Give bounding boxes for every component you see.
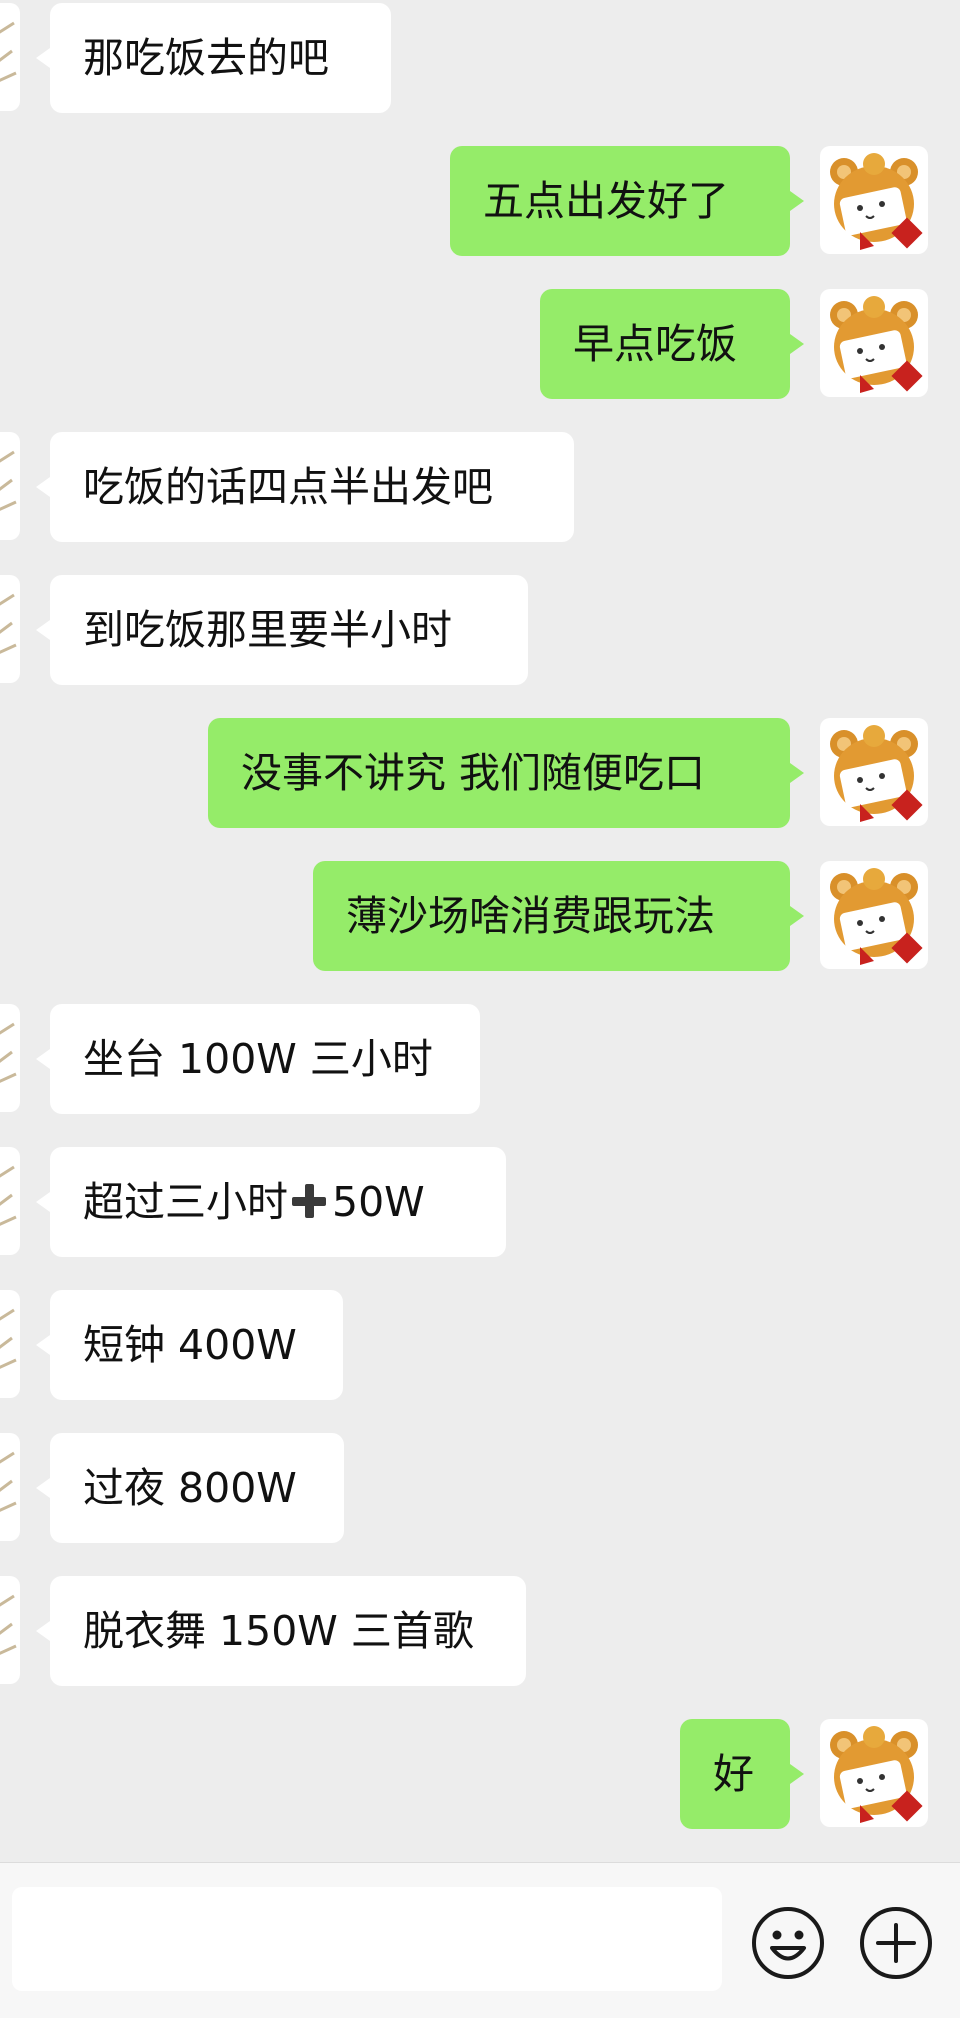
message-text: 脱衣舞 150W 三首歌: [83, 1607, 474, 1655]
message-bubble[interactable]: 五点出发好了: [450, 146, 804, 256]
message-bubble[interactable]: 短钟 400W: [36, 1290, 343, 1400]
contact-avatar[interactable]: [0, 1147, 20, 1255]
contact-avatar[interactable]: [0, 432, 20, 540]
message-text: 坐台 100W 三小时: [83, 1035, 433, 1083]
bubble-tail: [36, 1478, 50, 1498]
message-row-incoming: 脱衣舞 150W 三首歌: [0, 1576, 960, 1686]
user-avatar-bear-icon[interactable]: [820, 1719, 928, 1827]
contact-avatar[interactable]: [0, 575, 20, 683]
message-bubble[interactable]: 那吃饭去的吧: [36, 3, 391, 113]
message-bubble[interactable]: 超过三小时 50W: [36, 1147, 506, 1257]
message-text-before: 超过三小时: [83, 1178, 288, 1226]
message-bubble[interactable]: 好: [680, 1719, 804, 1829]
bubble-tail: [790, 334, 804, 354]
bubble-tail: [36, 1621, 50, 1641]
message-row-incoming: 吃饭的话四点半出发吧: [0, 432, 960, 542]
chat-message-list[interactable]: 那吃饭去的吧 五点出发好了 早点吃饭 吃饭的话四点半出发吧 到吃饭那里要半小时 …: [0, 0, 960, 1862]
bubble-tail: [36, 477, 50, 497]
message-row-incoming: 短钟 400W: [0, 1290, 960, 1400]
bubble-tail: [36, 1335, 50, 1355]
contact-avatar[interactable]: [0, 1433, 20, 1541]
contact-avatar[interactable]: [0, 1290, 20, 1398]
bubble-tail: [36, 1192, 50, 1212]
message-text: 到吃饭那里要半小时: [83, 606, 452, 654]
message-bubble[interactable]: 过夜 800W: [36, 1433, 344, 1543]
message-text-after: 50W: [332, 1178, 425, 1226]
message-row-incoming: 那吃饭去的吧: [0, 3, 960, 113]
smiley-face-icon[interactable]: [750, 1905, 826, 1981]
message-bubble[interactable]: 薄沙场啥消费跟玩法: [313, 861, 804, 971]
user-avatar-bear-icon[interactable]: [820, 718, 928, 826]
message-row-outgoing: 薄沙场啥消费跟玩法: [0, 861, 960, 971]
message-bubble[interactable]: 脱衣舞 150W 三首歌: [36, 1576, 526, 1686]
circle-plus-icon[interactable]: [858, 1905, 934, 1981]
message-row-incoming: 坐台 100W 三小时: [0, 1004, 960, 1114]
message-text: 薄沙场啥消费跟玩法: [346, 892, 715, 940]
user-avatar-bear-icon[interactable]: [820, 146, 928, 254]
message-bubble[interactable]: 早点吃饭: [540, 289, 804, 399]
chat-input-bar: [0, 1862, 960, 2018]
message-text: 没事不讲究 我们随便吃口: [241, 749, 706, 797]
message-bubble[interactable]: 没事不讲究 我们随便吃口: [208, 718, 804, 828]
heavy-plus-icon: [292, 1184, 326, 1218]
message-text: 早点吃饭: [573, 320, 737, 368]
message-text: 吃饭的话四点半出发吧: [83, 463, 493, 511]
contact-avatar[interactable]: [0, 3, 20, 111]
bubble-tail: [790, 191, 804, 211]
message-row-incoming: 到吃饭那里要半小时: [0, 575, 960, 685]
message-row-outgoing: 早点吃饭: [0, 289, 960, 399]
bubble-tail: [36, 48, 50, 68]
message-row-incoming: 超过三小时 50W: [0, 1147, 960, 1257]
bubble-tail: [36, 1049, 50, 1069]
message-text: 好: [713, 1750, 754, 1798]
bubble-tail: [790, 1764, 804, 1784]
user-avatar-bear-icon[interactable]: [820, 861, 928, 969]
message-bubble[interactable]: 吃饭的话四点半出发吧: [36, 432, 574, 542]
message-text: 那吃饭去的吧: [83, 34, 329, 82]
message-bubble[interactable]: 到吃饭那里要半小时: [36, 575, 528, 685]
message-row-incoming: 过夜 800W: [0, 1433, 960, 1543]
message-row-outgoing: 好: [0, 1719, 960, 1829]
contact-avatar[interactable]: [0, 1576, 20, 1684]
bubble-tail: [790, 763, 804, 783]
message-text: 短钟 400W: [83, 1321, 297, 1369]
message-bubble[interactable]: 坐台 100W 三小时: [36, 1004, 480, 1114]
bubble-tail: [790, 906, 804, 926]
user-avatar-bear-icon[interactable]: [820, 289, 928, 397]
message-row-outgoing: 五点出发好了: [0, 146, 960, 256]
bubble-tail: [36, 620, 50, 640]
message-text: 五点出发好了: [483, 177, 729, 225]
contact-avatar[interactable]: [0, 1004, 20, 1112]
message-input[interactable]: [12, 1887, 722, 1991]
message-row-outgoing: 没事不讲究 我们随便吃口: [0, 718, 960, 828]
message-text: 过夜 800W: [83, 1464, 297, 1512]
